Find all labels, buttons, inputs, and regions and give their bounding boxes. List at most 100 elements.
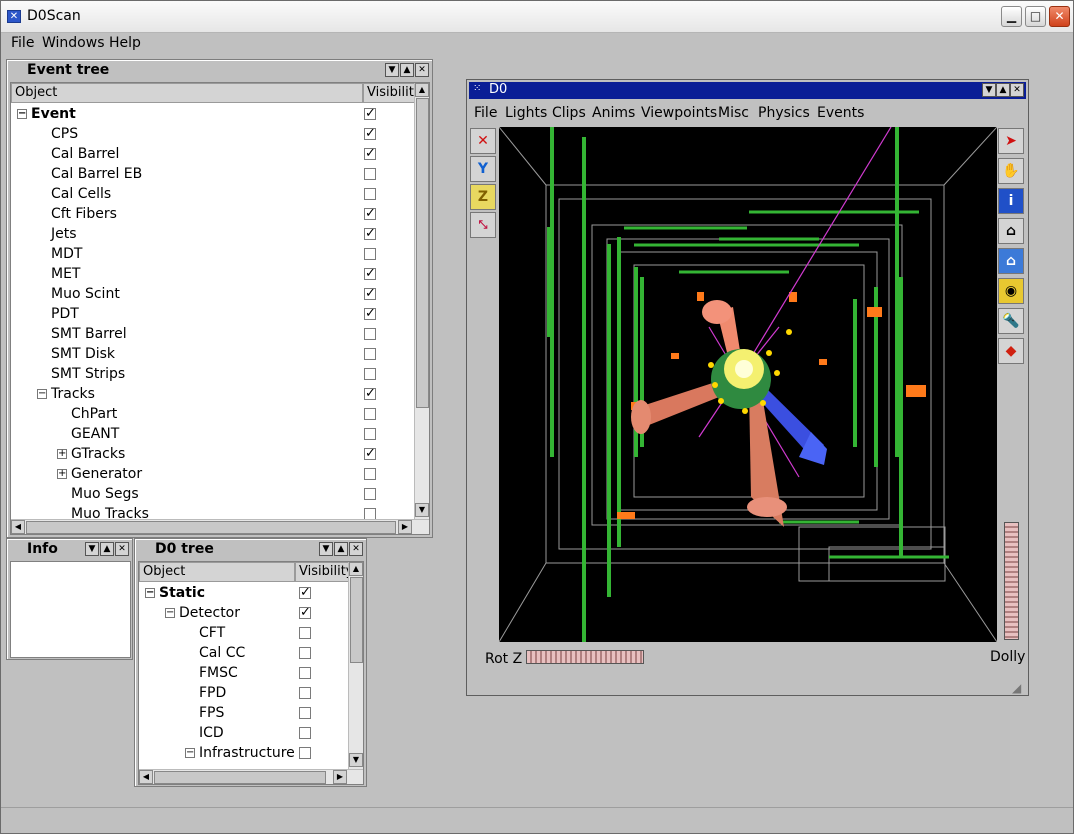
tree-row[interactable]: FPS bbox=[139, 703, 363, 723]
tree-row[interactable]: Cal Barrel EB bbox=[11, 164, 411, 184]
collapse-icon[interactable]: − bbox=[145, 588, 155, 598]
d0-menu-misc[interactable]: Misc bbox=[718, 105, 749, 121]
z-axis-view-button[interactable]: Z bbox=[470, 184, 496, 210]
tree-row[interactable]: − Tracks ✓ bbox=[11, 384, 411, 404]
tree-row[interactable]: Muo Segs bbox=[11, 484, 411, 504]
scroll-down-arrow[interactable]: ▼ bbox=[415, 503, 429, 517]
expand-icon[interactable]: + bbox=[57, 469, 67, 479]
tree-row[interactable]: FPD bbox=[139, 683, 363, 703]
tree-row[interactable]: − Detector ✓ bbox=[139, 603, 363, 623]
visibility-checkbox[interactable] bbox=[299, 627, 311, 639]
collapse-icon[interactable]: − bbox=[37, 389, 47, 399]
d0-menu-clips[interactable]: Clips bbox=[552, 105, 586, 121]
tree-row[interactable]: Cft Fibers ✓ bbox=[11, 204, 411, 224]
menu-windows[interactable]: Windows bbox=[42, 35, 105, 51]
visibility-checkbox[interactable] bbox=[364, 368, 376, 380]
3d-event-viewport[interactable] bbox=[499, 127, 997, 642]
collapse-icon[interactable]: − bbox=[185, 748, 195, 758]
maximize-button[interactable]: □ bbox=[1025, 6, 1046, 27]
menu-help[interactable]: Help bbox=[109, 35, 141, 51]
scroll-left-arrow[interactable]: ◀ bbox=[11, 520, 25, 534]
close-button[interactable]: ✕ bbox=[1049, 6, 1070, 27]
panel-restore-button[interactable]: ▲ bbox=[100, 542, 114, 556]
rotz-thumbwheel[interactable] bbox=[526, 650, 644, 664]
tree-row[interactable]: SMT Strips bbox=[11, 364, 411, 384]
tree-row[interactable]: Cal CC bbox=[139, 643, 363, 663]
collapse-icon[interactable]: − bbox=[17, 109, 27, 119]
visibility-checkbox[interactable] bbox=[364, 188, 376, 200]
visibility-checkbox[interactable]: ✓ bbox=[364, 207, 376, 220]
tree-row[interactable]: CPS ✓ bbox=[11, 124, 411, 144]
menu-file[interactable]: File bbox=[11, 35, 34, 51]
scroll-down-arrow[interactable]: ▼ bbox=[349, 753, 363, 767]
visibility-checkbox[interactable] bbox=[364, 488, 376, 500]
column-header-visibility[interactable]: Visibility bbox=[295, 562, 349, 582]
d0-menu-physics[interactable]: Physics bbox=[758, 105, 810, 121]
scroll-thumb-horizontal[interactable] bbox=[26, 521, 396, 534]
scroll-up-arrow[interactable]: ▲ bbox=[415, 83, 429, 97]
panel-close-button[interactable]: ✕ bbox=[115, 542, 129, 556]
dolly-thumbwheel[interactable] bbox=[1004, 522, 1019, 640]
d0-restore-button[interactable]: ▲ bbox=[996, 83, 1010, 97]
visibility-checkbox[interactable]: ✓ bbox=[364, 227, 376, 240]
tree-row[interactable]: PDT ✓ bbox=[11, 304, 411, 324]
tree-row[interactable]: Jets ✓ bbox=[11, 224, 411, 244]
tree-row[interactable]: Cal Barrel ✓ bbox=[11, 144, 411, 164]
arrow-view-button[interactable]: ⤡ bbox=[470, 212, 496, 238]
tree-row[interactable]: SMT Disk bbox=[11, 344, 411, 364]
tree-row[interactable]: CFT bbox=[139, 623, 363, 643]
visibility-checkbox[interactable] bbox=[299, 687, 311, 699]
scroll-up-arrow[interactable]: ▲ bbox=[349, 562, 363, 576]
scroll-right-arrow[interactable]: ▶ bbox=[333, 770, 347, 784]
scroll-thumb[interactable] bbox=[416, 98, 429, 408]
tree-row[interactable]: − Event ✓ bbox=[11, 104, 411, 124]
info-icon[interactable]: i bbox=[998, 188, 1024, 214]
panel-restore-button[interactable]: ▲ bbox=[334, 542, 348, 556]
visibility-checkbox[interactable] bbox=[364, 248, 376, 260]
scroll-thumb[interactable] bbox=[350, 577, 363, 663]
scroll-thumb-horizontal[interactable] bbox=[154, 771, 326, 784]
hand-icon[interactable]: ✋ bbox=[998, 158, 1024, 184]
tree-row[interactable]: − Infrastructure bbox=[139, 743, 363, 763]
tree-row[interactable]: FMSC bbox=[139, 663, 363, 683]
visibility-checkbox[interactable] bbox=[364, 328, 376, 340]
visibility-checkbox[interactable] bbox=[299, 727, 311, 739]
tree-row[interactable]: MDT bbox=[11, 244, 411, 264]
set-home-icon[interactable]: ⌂ bbox=[998, 248, 1024, 274]
visibility-checkbox[interactable] bbox=[299, 647, 311, 659]
vertical-scrollbar[interactable]: ▲ ▼ bbox=[348, 562, 363, 769]
d0-menu-events[interactable]: Events bbox=[817, 105, 864, 121]
tree-row[interactable]: SMT Barrel bbox=[11, 324, 411, 344]
visibility-checkbox[interactable]: ✓ bbox=[364, 447, 376, 460]
tree-row[interactable]: GEANT bbox=[11, 424, 411, 444]
tree-row[interactable]: ICD bbox=[139, 723, 363, 743]
visibility-checkbox[interactable]: ✓ bbox=[364, 287, 376, 300]
y-axis-view-button[interactable]: Y bbox=[470, 156, 496, 182]
visibility-checkbox[interactable]: ✓ bbox=[364, 147, 376, 160]
tree-row[interactable]: MET ✓ bbox=[11, 264, 411, 284]
visibility-checkbox[interactable]: ✓ bbox=[364, 307, 376, 320]
horizontal-scrollbar[interactable]: ◀ ▶ bbox=[11, 519, 429, 534]
visibility-checkbox[interactable]: ✓ bbox=[364, 107, 376, 120]
horizontal-scrollbar[interactable]: ◀ ▶ bbox=[139, 769, 363, 784]
scroll-left-arrow[interactable]: ◀ bbox=[139, 770, 153, 784]
visibility-checkbox[interactable]: ✓ bbox=[364, 387, 376, 400]
visibility-checkbox[interactable] bbox=[364, 348, 376, 360]
collapse-icon[interactable]: − bbox=[165, 608, 175, 618]
tree-row[interactable]: + Generator bbox=[11, 464, 411, 484]
tree-row[interactable]: Muo Scint ✓ bbox=[11, 284, 411, 304]
visibility-checkbox[interactable] bbox=[299, 747, 311, 759]
visibility-checkbox[interactable] bbox=[364, 408, 376, 420]
panel-float-button[interactable]: ▼ bbox=[385, 63, 399, 77]
tree-row[interactable]: Cal Cells bbox=[11, 184, 411, 204]
scroll-right-arrow[interactable]: ▶ bbox=[398, 520, 412, 534]
column-header-object[interactable]: Object bbox=[11, 83, 363, 103]
column-header-object[interactable]: Object bbox=[139, 562, 295, 582]
cube-icon[interactable]: ◆ bbox=[998, 338, 1024, 364]
visibility-checkbox[interactable]: ✓ bbox=[299, 606, 311, 619]
panel-float-button[interactable]: ▼ bbox=[85, 542, 99, 556]
panel-close-button[interactable]: ✕ bbox=[415, 63, 429, 77]
visibility-checkbox[interactable]: ✓ bbox=[364, 127, 376, 140]
visibility-checkbox[interactable] bbox=[364, 168, 376, 180]
d0-menu-lights[interactable]: Lights bbox=[505, 105, 547, 121]
